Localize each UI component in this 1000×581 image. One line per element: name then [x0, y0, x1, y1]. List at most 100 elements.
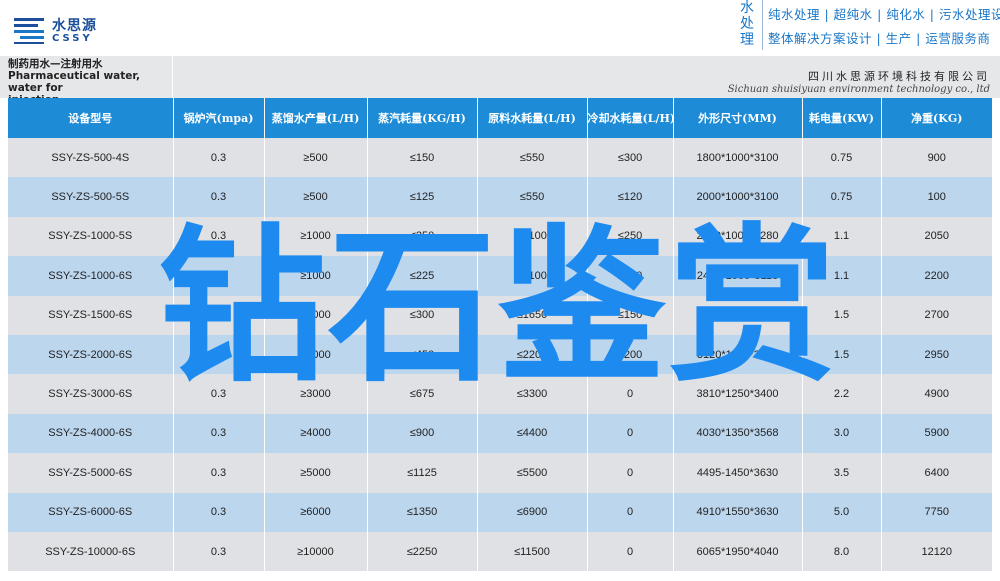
cell-cooling-water: ≤100: [587, 256, 674, 296]
cell-steam-consumption: ≤1350: [367, 492, 478, 532]
cell-dimensions: 4495-1450*3630: [673, 453, 803, 493]
cell-net-weight: 2050: [881, 216, 992, 257]
title-divider: [172, 56, 173, 98]
tagline-solutions: 整体解决方案设计 | 生产 | 运营服务商: [768, 31, 991, 46]
header-steam-consumption: 蒸汽耗量(KG/H): [367, 98, 478, 138]
water-drop-logo-icon: [14, 18, 44, 44]
cell-boiler-pressure: 0.3: [173, 492, 265, 532]
cell-power: 0.75: [802, 138, 882, 178]
cell-steam-consumption: ≤150: [367, 138, 478, 178]
cell-net-weight: 100: [881, 177, 992, 217]
cell-net-weight: 2950: [881, 334, 992, 375]
cell-raw-water: ≤550: [477, 177, 588, 217]
cell-steam-consumption: ≤300: [367, 295, 478, 335]
cell-raw-water: ≤3300: [477, 374, 588, 414]
cell-dimensions: 3120*1150*3400: [673, 334, 803, 375]
cell-dimensions: 6065*1950*4040: [673, 531, 803, 572]
logo-text-cn: 水思源: [52, 18, 97, 34]
cell-raw-water: ≤2200: [477, 334, 588, 375]
cell-power: 2.2: [802, 374, 882, 414]
cell-dimensions: 2000*1000*3100: [673, 177, 803, 217]
brand-vertical-label: 水处理: [738, 0, 763, 50]
cell-net-weight: 7750: [881, 492, 992, 532]
cell-raw-water: ≤5500: [477, 453, 588, 493]
cell-model: SSY-ZS-1000-6S: [8, 256, 174, 296]
cell-boiler-pressure: 0.3: [173, 453, 265, 493]
cell-cooling-water: ≤150: [587, 295, 674, 335]
cell-steam-consumption: ≤450: [367, 334, 478, 375]
table-row: SSY-ZS-500-5S 0.3 ≥500 ≤125 ≤550 ≤120 2000*100…: [8, 177, 992, 217]
cell-distilled-output: ≥3000: [264, 374, 368, 414]
header-cooling-water: 冷却水耗量(L/H): [587, 98, 674, 138]
cell-distilled-output: ≥2000: [264, 334, 368, 375]
cell-steam-consumption: ≤225: [367, 256, 478, 296]
cell-boiler-pressure: 0.3: [173, 138, 265, 178]
table-row: SSY-ZS-3000-6S 0.3 ≥3000 ≤675 ≤3300 0 3810*125…: [8, 374, 992, 414]
cell-distilled-output: ≥500: [264, 138, 368, 178]
cell-distilled-output: ≥2000: [264, 295, 368, 335]
cell-distilled-output: ≥4000: [264, 413, 368, 454]
cell-steam-consumption: ≤675: [367, 374, 478, 414]
cell-power: 3.0: [802, 413, 882, 454]
header-model: 设备型号: [8, 98, 174, 138]
cell-net-weight: 5900: [881, 413, 992, 454]
cell-cooling-water: 0: [587, 492, 674, 532]
cell-boiler-pressure: 0.3: [173, 295, 265, 335]
cell-model: SSY-ZS-10000-6S: [8, 531, 174, 572]
cell-dimensions: 2450*1000*3400: [673, 295, 803, 335]
cell-raw-water: ≤1100: [477, 216, 588, 257]
cell-net-weight: 900: [881, 138, 992, 178]
cell-power: 1.5: [802, 295, 882, 335]
cell-net-weight: 12120: [881, 531, 992, 572]
cell-steam-consumption: ≤250: [367, 216, 478, 257]
cell-power: 3.5: [802, 453, 882, 493]
cell-steam-consumption: ≤2250: [367, 531, 478, 572]
page-header: 水思源 CSSY 水处理 纯水处理 | 超纯水 | 纯化水 | 污水处理设备 整…: [0, 0, 1000, 56]
cell-power: 5.0: [802, 492, 882, 532]
header-distilled-output: 蒸馏水产量(L/H): [264, 98, 368, 138]
cell-steam-consumption: ≤1125: [367, 453, 478, 493]
cell-dimensions: 2200*1000*3280: [673, 216, 803, 257]
table-row: SSY-ZS-1500-6S 0.3 ≥2000 ≤300 ≤1650 ≤150 2450*…: [8, 295, 992, 335]
cell-model: SSY-ZS-5000-6S: [8, 453, 174, 493]
product-title-cn: 制药用水—注射用水: [8, 58, 103, 70]
cell-power: 1.1: [802, 216, 882, 257]
cell-model: SSY-ZS-2000-6S: [8, 334, 174, 375]
cell-cooling-water: ≤300: [587, 138, 674, 178]
cell-raw-water: ≤1100: [477, 256, 588, 296]
cell-dimensions: 3810*1250*3400: [673, 374, 803, 414]
cell-raw-water: ≤6900: [477, 492, 588, 532]
cell-dimensions: 1800*1000*3100: [673, 138, 803, 178]
cell-dimensions: 4030*1350*3568: [673, 413, 803, 454]
cell-raw-water: ≤4400: [477, 413, 588, 454]
cell-power: 1.1: [802, 256, 882, 296]
company-logo[interactable]: 水思源 CSSY: [12, 14, 132, 46]
cell-distilled-output: ≥5000: [264, 453, 368, 493]
cell-net-weight: 2200: [881, 256, 992, 296]
cell-cooling-water: 0: [587, 453, 674, 493]
title-band: 制药用水—注射用水 Pharmaceutical water, water fo…: [0, 56, 1000, 106]
cell-cooling-water: 0: [587, 413, 674, 454]
cell-power: 0.75: [802, 177, 882, 217]
cell-net-weight: 4900: [881, 374, 992, 414]
cell-boiler-pressure: 0.3: [173, 374, 265, 414]
header-dimensions: 外形尺寸(MM): [673, 98, 803, 138]
table-row: SSY-ZS-6000-6S 0.3 ≥6000 ≤1350 ≤6900 0 4910*15…: [8, 492, 992, 532]
cell-boiler-pressure: 0.3: [173, 334, 265, 375]
header-net-weight: 净重(KG): [881, 98, 992, 138]
table-row: SSY-ZS-500-4S 0.3 ≥500 ≤150 ≤550 ≤300 1800*100…: [8, 138, 992, 178]
cell-distilled-output: ≥500: [264, 177, 368, 217]
cell-cooling-water: ≤120: [587, 177, 674, 217]
cell-model: SSY-ZS-6000-6S: [8, 492, 174, 532]
cell-cooling-water: 0: [587, 531, 674, 572]
product-title-en-1: Pharmaceutical water, water for: [8, 70, 141, 94]
cell-model: SSY-ZS-500-4S: [8, 138, 174, 178]
cell-model: SSY-ZS-1500-6S: [8, 295, 174, 335]
cell-raw-water: ≤11500: [477, 531, 588, 572]
cell-dimensions: 2450*1000*3118: [673, 256, 803, 296]
company-name-en: Sichuan shuisiyuan environment technolog…: [727, 84, 990, 95]
logo-text-en: CSSY: [52, 33, 93, 44]
cell-cooling-water: 0: [587, 374, 674, 414]
table-row: SSY-ZS-2000-6S 0.3 ≥2000 ≤450 ≤2200 ≤200 3120*…: [8, 334, 992, 375]
table-row: SSY-ZS-4000-6S 0.3 ≥4000 ≤900 ≤4400 0 4030*135…: [8, 413, 992, 454]
